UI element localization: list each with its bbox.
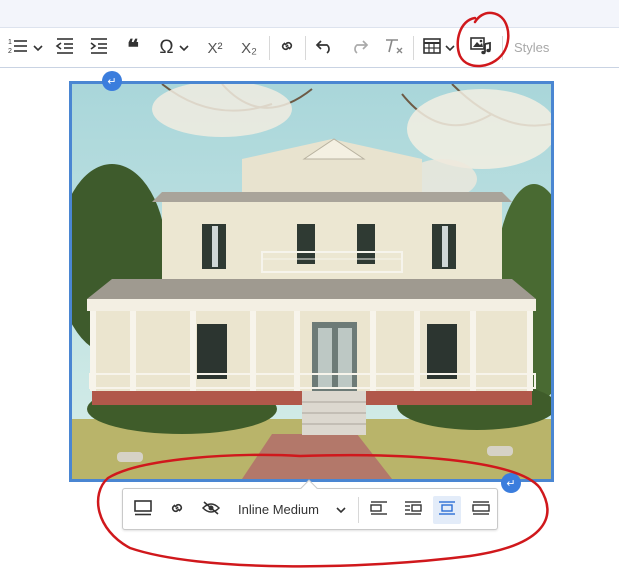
chevron-down-icon (445, 39, 455, 57)
align-left-icon (370, 500, 388, 520)
link-button[interactable] (274, 34, 300, 62)
align-left-button[interactable] (365, 496, 393, 524)
toolbar-separator (502, 36, 503, 60)
numbered-list-button[interactable]: 12 (2, 34, 48, 62)
redo-icon (349, 38, 369, 59)
align-right-icon (404, 500, 422, 520)
subscript-icon: X₂ (241, 39, 257, 57)
align-right-button[interactable] (399, 496, 427, 524)
resize-dropdown-label[interactable]: Inline Medium (238, 502, 319, 517)
undo-icon (315, 38, 335, 59)
image-link-button[interactable] (163, 496, 191, 524)
caption-icon (134, 499, 152, 521)
editor-toolbar: 12 ❝ Ω X² X₂ Styles (0, 28, 619, 68)
align-center-button[interactable] (433, 496, 461, 524)
insert-table-button[interactable] (418, 34, 460, 62)
editor-stage: 12 ❝ Ω X² X₂ Styles ↵ ↵ Inline Medium (0, 0, 619, 575)
numbered-list-icon: 12 (7, 37, 29, 60)
outdent-button[interactable] (52, 34, 78, 62)
insert-paragraph-after-handle[interactable]: ↵ (501, 473, 521, 493)
resize-dropdown-arrow[interactable] (331, 496, 351, 524)
link-icon (278, 37, 296, 60)
blockquote-icon: ❝ (127, 35, 139, 60)
align-center-icon (438, 500, 456, 520)
table-icon (423, 37, 441, 59)
balloon-separator (358, 497, 359, 523)
chevron-down-icon (33, 39, 43, 57)
special-characters-button[interactable]: Ω (152, 34, 196, 62)
svg-text:2: 2 (8, 48, 12, 55)
insert-media-button[interactable] (466, 34, 496, 62)
styles-dropdown[interactable]: Styles (514, 40, 549, 55)
indent-button[interactable] (86, 34, 112, 62)
return-arrow-icon: ↵ (107, 75, 117, 88)
chevron-down-icon (179, 39, 189, 57)
image-balloon-toolbar: Inline Medium (122, 479, 498, 530)
return-arrow-icon: ↵ (506, 477, 516, 490)
remove-format-button[interactable] (380, 34, 408, 62)
superscript-button[interactable]: X² (202, 34, 228, 62)
remove-format-icon (383, 37, 405, 60)
editor-top-strip (0, 0, 619, 28)
superscript-icon: X² (207, 39, 223, 57)
toggle-caption-button[interactable] (129, 496, 157, 524)
indent-icon (89, 37, 109, 60)
chevron-down-icon (336, 501, 346, 519)
link-icon (168, 499, 186, 522)
balloon-arrow (300, 479, 318, 497)
outdent-icon (55, 37, 75, 60)
toolbar-separator (413, 36, 414, 60)
toolbar-separator (269, 36, 270, 60)
insert-paragraph-before-handle[interactable]: ↵ (102, 71, 122, 91)
omega-icon: Ω (159, 37, 174, 58)
undo-button[interactable] (312, 34, 338, 62)
subscript-button[interactable]: X₂ (236, 34, 262, 62)
blockquote-button[interactable]: ❝ (120, 34, 146, 62)
redo-button[interactable] (346, 34, 372, 62)
selected-image[interactable] (69, 81, 554, 482)
toolbar-separator (305, 36, 306, 60)
house-photo (72, 84, 551, 479)
svg-text:1: 1 (8, 39, 12, 46)
align-full-icon (472, 500, 490, 520)
eye-slash-icon (201, 500, 221, 521)
image-music-icon (470, 36, 492, 61)
text-alternative-button[interactable] (197, 496, 225, 524)
align-full-button[interactable] (467, 496, 495, 524)
